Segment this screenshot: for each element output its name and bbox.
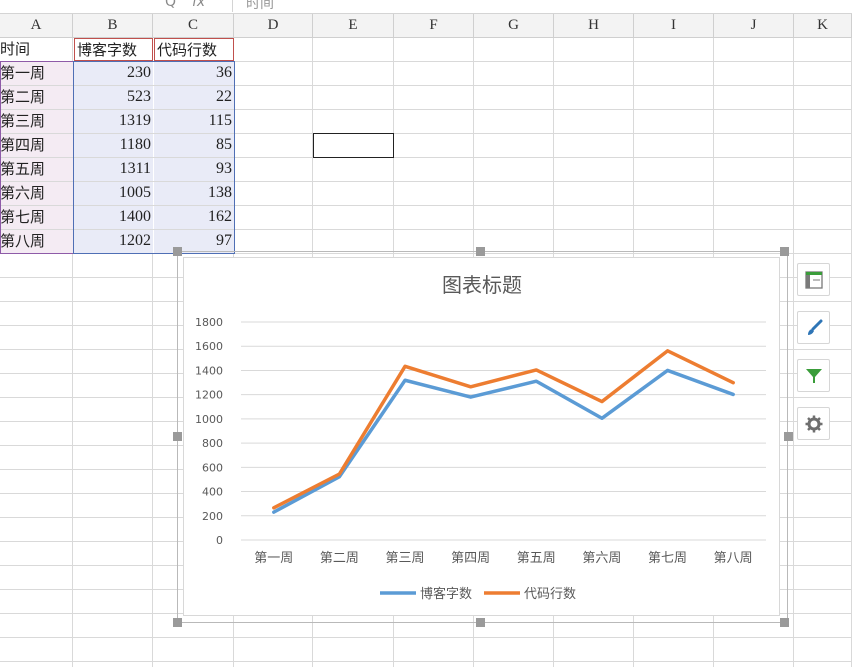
blog-words-cell[interactable]: 1180 bbox=[74, 134, 153, 157]
resize-handle-bm[interactable] bbox=[476, 618, 485, 627]
column-header-i[interactable]: I bbox=[634, 14, 714, 38]
x-tick-label: 第五周 bbox=[517, 551, 556, 566]
column-header-b[interactable]: B bbox=[73, 14, 153, 38]
column-header-f[interactable]: F bbox=[394, 14, 474, 38]
y-tick-label: 200 bbox=[202, 510, 223, 523]
zoom-icon[interactable]: Q bbox=[165, 0, 176, 10]
x-tick-label: 第六周 bbox=[582, 551, 621, 566]
code-lines-cell[interactable]: 162 bbox=[154, 206, 234, 229]
chart-elements-icon bbox=[804, 270, 823, 289]
chart-filter-button[interactable] bbox=[797, 359, 830, 392]
y-tick-label: 1000 bbox=[195, 413, 223, 426]
blog-words-cell[interactable]: 230 bbox=[74, 62, 153, 85]
blog-words-cell[interactable]: 523 bbox=[74, 86, 153, 109]
code-lines-cell[interactable]: 115 bbox=[154, 110, 234, 133]
y-tick-label: 600 bbox=[202, 461, 223, 474]
week-cell[interactable]: 第八周 bbox=[0, 230, 73, 253]
x-tick-label: 第四周 bbox=[451, 551, 490, 566]
week-cell[interactable]: 第一周 bbox=[0, 62, 73, 85]
blog-words-cell[interactable]: 1005 bbox=[74, 182, 153, 205]
blog-words-cell[interactable]: 1202 bbox=[74, 230, 153, 253]
blog-words-cell[interactable]: 1319 bbox=[74, 110, 153, 133]
formula-bar: Q fx 时间 bbox=[0, 0, 852, 14]
chart-style-brush-icon bbox=[807, 319, 822, 335]
x-tick-label: 第八周 bbox=[714, 551, 753, 566]
code-lines-cell[interactable]: 36 bbox=[154, 62, 234, 85]
x-tick-label: 第七周 bbox=[648, 551, 687, 566]
code-lines-cell[interactable]: 97 bbox=[154, 230, 234, 253]
header-cell-code-lines[interactable]: 代码行数 bbox=[154, 38, 234, 61]
x-tick-label: 第二周 bbox=[320, 551, 359, 566]
y-tick-label: 1400 bbox=[195, 364, 223, 377]
formula-content[interactable]: 时间 bbox=[246, 0, 274, 13]
chart-settings-gear-icon bbox=[805, 415, 822, 432]
code-lines-cell[interactable]: 138 bbox=[154, 182, 234, 205]
y-tick-label: 1200 bbox=[195, 389, 223, 402]
fx-icon[interactable]: fx bbox=[192, 0, 205, 10]
column-header-j[interactable]: J bbox=[714, 14, 794, 38]
column-header-d[interactable]: D bbox=[234, 14, 313, 38]
week-cell[interactable]: 第三周 bbox=[0, 110, 73, 133]
resize-handle-ml[interactable] bbox=[173, 432, 182, 441]
header-cell-time[interactable]: 时间 bbox=[0, 38, 73, 61]
legend-label: 博客字数 bbox=[420, 586, 472, 602]
chart-settings-button[interactable] bbox=[797, 407, 830, 440]
week-cell[interactable]: 第二周 bbox=[0, 86, 73, 109]
code-lines-cell[interactable]: 85 bbox=[154, 134, 234, 157]
chart-filter-icon bbox=[805, 368, 822, 383]
y-tick-label: 1800 bbox=[195, 316, 223, 329]
y-tick-label: 1600 bbox=[195, 340, 223, 353]
resize-handle-bl[interactable] bbox=[173, 618, 182, 627]
y-tick-label: 800 bbox=[202, 437, 223, 450]
code-lines-cell[interactable]: 93 bbox=[154, 158, 234, 181]
chart-elements-button[interactable] bbox=[797, 263, 830, 296]
legend-label: 代码行数 bbox=[524, 587, 576, 602]
active-cell-e5[interactable] bbox=[313, 133, 394, 158]
column-header-k[interactable]: K bbox=[794, 14, 852, 38]
column-header-h[interactable]: H bbox=[554, 14, 634, 38]
formula-fx-area[interactable]: Q fx bbox=[112, 0, 233, 12]
y-tick-label: 0 bbox=[216, 534, 223, 547]
code-lines-cell[interactable]: 22 bbox=[154, 86, 234, 109]
chart-title[interactable]: 图表标题 bbox=[442, 273, 522, 297]
resize-handle-tr[interactable] bbox=[780, 247, 789, 256]
x-tick-label: 第一周 bbox=[254, 551, 293, 566]
line-chart[interactable]: 图表标题 0 200 400 600 800 1000 1200 1400 1600 1800 第一… bbox=[183, 257, 780, 616]
resize-handle-tl[interactable] bbox=[173, 247, 182, 256]
chart-style-button[interactable] bbox=[797, 311, 830, 344]
column-header-e[interactable]: E bbox=[313, 14, 394, 38]
week-cell[interactable]: 第四周 bbox=[0, 134, 73, 157]
x-tick-label: 第三周 bbox=[386, 551, 425, 566]
series-line-blog-words bbox=[272, 368, 735, 514]
chart-plot: 图表标题 0 200 400 600 800 1000 1200 1400 1600 1800 第一… bbox=[195, 273, 766, 602]
column-header-g[interactable]: G bbox=[474, 14, 554, 38]
header-cell-blog-words[interactable]: 博客字数 bbox=[74, 38, 153, 61]
resize-handle-br[interactable] bbox=[780, 618, 789, 627]
blog-words-cell[interactable]: 1311 bbox=[74, 158, 153, 181]
resize-handle-mr[interactable] bbox=[784, 432, 793, 441]
blog-words-cell[interactable]: 1400 bbox=[74, 206, 153, 229]
week-cell[interactable]: 第五周 bbox=[0, 158, 73, 181]
column-header-c[interactable]: C bbox=[153, 14, 234, 38]
week-cell[interactable]: 第七周 bbox=[0, 206, 73, 229]
resize-handle-tm[interactable] bbox=[476, 247, 485, 256]
column-header-a[interactable]: A bbox=[0, 14, 73, 38]
y-tick-label: 400 bbox=[202, 486, 223, 499]
week-cell[interactable]: 第六周 bbox=[0, 182, 73, 205]
